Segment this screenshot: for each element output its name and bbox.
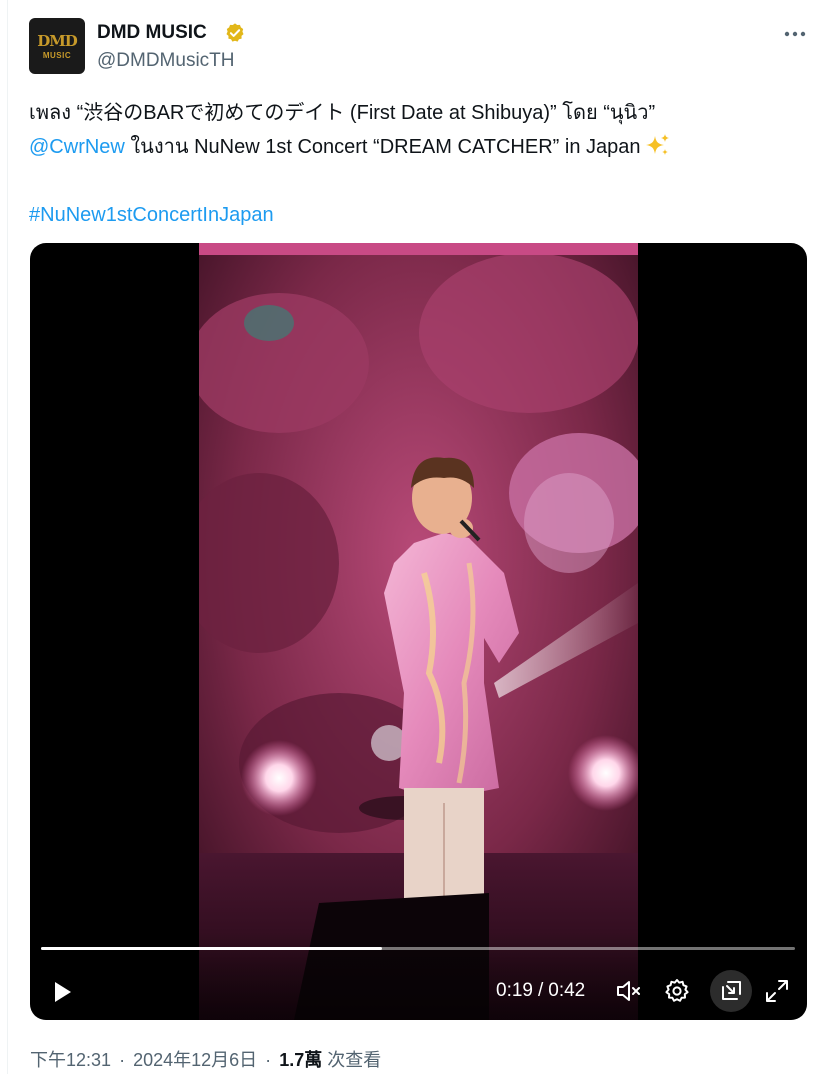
- tweet-header: DMD MUSIC DMD MUSIC @DMDMusicTH: [29, 18, 809, 78]
- handle[interactable]: @DMDMusicTH: [97, 50, 235, 72]
- time-readout: 0:19/0:42: [496, 980, 585, 1002]
- volume-button[interactable]: [613, 976, 643, 1006]
- duration: 0:42: [548, 980, 586, 1001]
- views-count: 1.7萬: [279, 1050, 323, 1070]
- picture-in-picture-button[interactable]: [710, 970, 752, 1012]
- hashtag-link[interactable]: #NuNew1stConcertInJapan: [29, 204, 274, 226]
- display-name[interactable]: DMD MUSIC: [97, 22, 207, 44]
- tweet: DMD MUSIC DMD MUSIC @DMDMusicTH เพลง “渋谷…: [0, 0, 823, 1074]
- tweet-text-line-1: เพลง “渋谷のBARで初めてのデイト (First Date at Shib…: [29, 102, 656, 124]
- mention-link[interactable]: @CwrNew: [29, 136, 125, 158]
- post-time[interactable]: 下午12:31: [30, 1050, 111, 1070]
- fullscreen-button[interactable]: [762, 976, 792, 1006]
- gear-icon: [665, 979, 689, 1002]
- tweet-text-line-3: #NuNew1stConcertInJapan: [29, 198, 799, 232]
- more-dots-icon: [784, 31, 806, 37]
- tweet-text-line-2: @CwrNew ในงาน NuNew 1st Concert “DREAM C…: [29, 130, 799, 164]
- meta-separator: ·: [119, 1050, 126, 1070]
- tweet-text-line-2-rest: ในงาน NuNew 1st Concert “DREAM CATCHER” …: [124, 136, 641, 158]
- progress-bar-fill: [41, 947, 382, 950]
- volume-muted-icon: [617, 981, 640, 1001]
- views-label: 次查看: [327, 1050, 382, 1070]
- video-controls: 0:19/0:42: [30, 933, 807, 1020]
- current-time: 0:19: [496, 980, 533, 1001]
- post-date[interactable]: 2024年12月6日: [133, 1050, 257, 1070]
- sparkles-icon: [645, 134, 669, 155]
- video-frame[interactable]: [199, 243, 638, 1020]
- more-options-button[interactable]: [781, 20, 809, 48]
- progress-bar[interactable]: [41, 947, 795, 950]
- settings-button[interactable]: [662, 976, 692, 1006]
- tweet-meta: 下午12:31 · 2024年12月6日 · 1.7萬 次查看: [30, 1046, 381, 1072]
- play-button[interactable]: [47, 977, 77, 1007]
- avatar[interactable]: DMD MUSIC: [29, 18, 85, 74]
- verified-badge-icon: [226, 23, 244, 42]
- video-player[interactable]: 0:19/0:42: [30, 243, 807, 1020]
- divider: [7, 0, 8, 1074]
- play-icon: [55, 982, 71, 1002]
- avatar-logo-text: DMD: [37, 32, 78, 50]
- avatar-logo-subtext: MUSIC: [42, 51, 72, 60]
- meta-separator-2: ·: [265, 1050, 272, 1070]
- concert-stage-image: [199, 243, 638, 1020]
- pip-icon: [722, 981, 741, 1000]
- fullscreen-icon: [766, 980, 788, 1002]
- tweet-text: เพลง “渋谷のBARで初めてのデイト (First Date at Shib…: [29, 96, 799, 232]
- time-separator: /: [537, 980, 544, 1001]
